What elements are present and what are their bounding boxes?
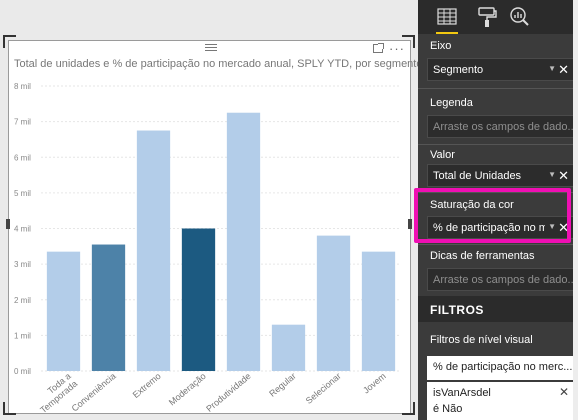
axis-field-value: Segmento xyxy=(433,64,484,76)
divider xyxy=(418,244,578,245)
chevron-down-icon[interactable]: ▼ xyxy=(548,170,556,179)
filter-isvanarsdel-label: isVanArsdel xyxy=(433,387,491,399)
filter-isvanarsdel-value: é Não xyxy=(433,403,463,415)
filters-header: FILTROS xyxy=(418,296,578,322)
filter-card-share[interactable]: % de participação no merc... xyxy=(427,356,577,380)
divider xyxy=(418,144,578,145)
legend-field-well[interactable]: Arraste os campos de dado... xyxy=(427,115,575,138)
filters-title: FILTROS xyxy=(430,303,484,317)
visual-filters-label: Filtros de nível visual xyxy=(430,334,533,346)
axis-field-well[interactable]: Segmento ▼ ✕ xyxy=(427,58,575,81)
format-tab-icon[interactable] xyxy=(474,4,500,30)
report-editor: ··· Total de unidades e % de participaçã… xyxy=(0,0,578,420)
value-field-well[interactable]: Total de Unidades ▼ ✕ xyxy=(427,164,575,187)
color-saturation-highlight xyxy=(414,188,571,243)
filter-card-isvanarsdel[interactable]: isVanArsdel ✕ é Não xyxy=(427,382,577,420)
selection-corners xyxy=(3,35,415,415)
value-label: Valor xyxy=(430,149,455,161)
divider xyxy=(418,88,578,89)
axis-label: Eixo xyxy=(430,40,452,52)
fields-tab-icon[interactable] xyxy=(434,4,460,34)
remove-filter-icon[interactable]: ✕ xyxy=(559,385,569,399)
filter-share-label: % de participação no merc... xyxy=(433,361,573,373)
tooltips-field-well[interactable]: Arraste os campos de dado... xyxy=(427,268,575,291)
tooltips-label: Dicas de ferramentas xyxy=(430,250,535,262)
value-field-value: Total de Unidades xyxy=(433,170,522,182)
legend-label: Legenda xyxy=(430,97,473,109)
window-edge xyxy=(573,0,578,420)
remove-field-icon[interactable]: ✕ xyxy=(558,168,569,184)
pane-tabs xyxy=(418,0,578,34)
analytics-tab-icon[interactable] xyxy=(506,4,532,30)
remove-field-icon[interactable]: ✕ xyxy=(558,62,569,78)
chevron-down-icon[interactable]: ▼ xyxy=(548,64,556,73)
